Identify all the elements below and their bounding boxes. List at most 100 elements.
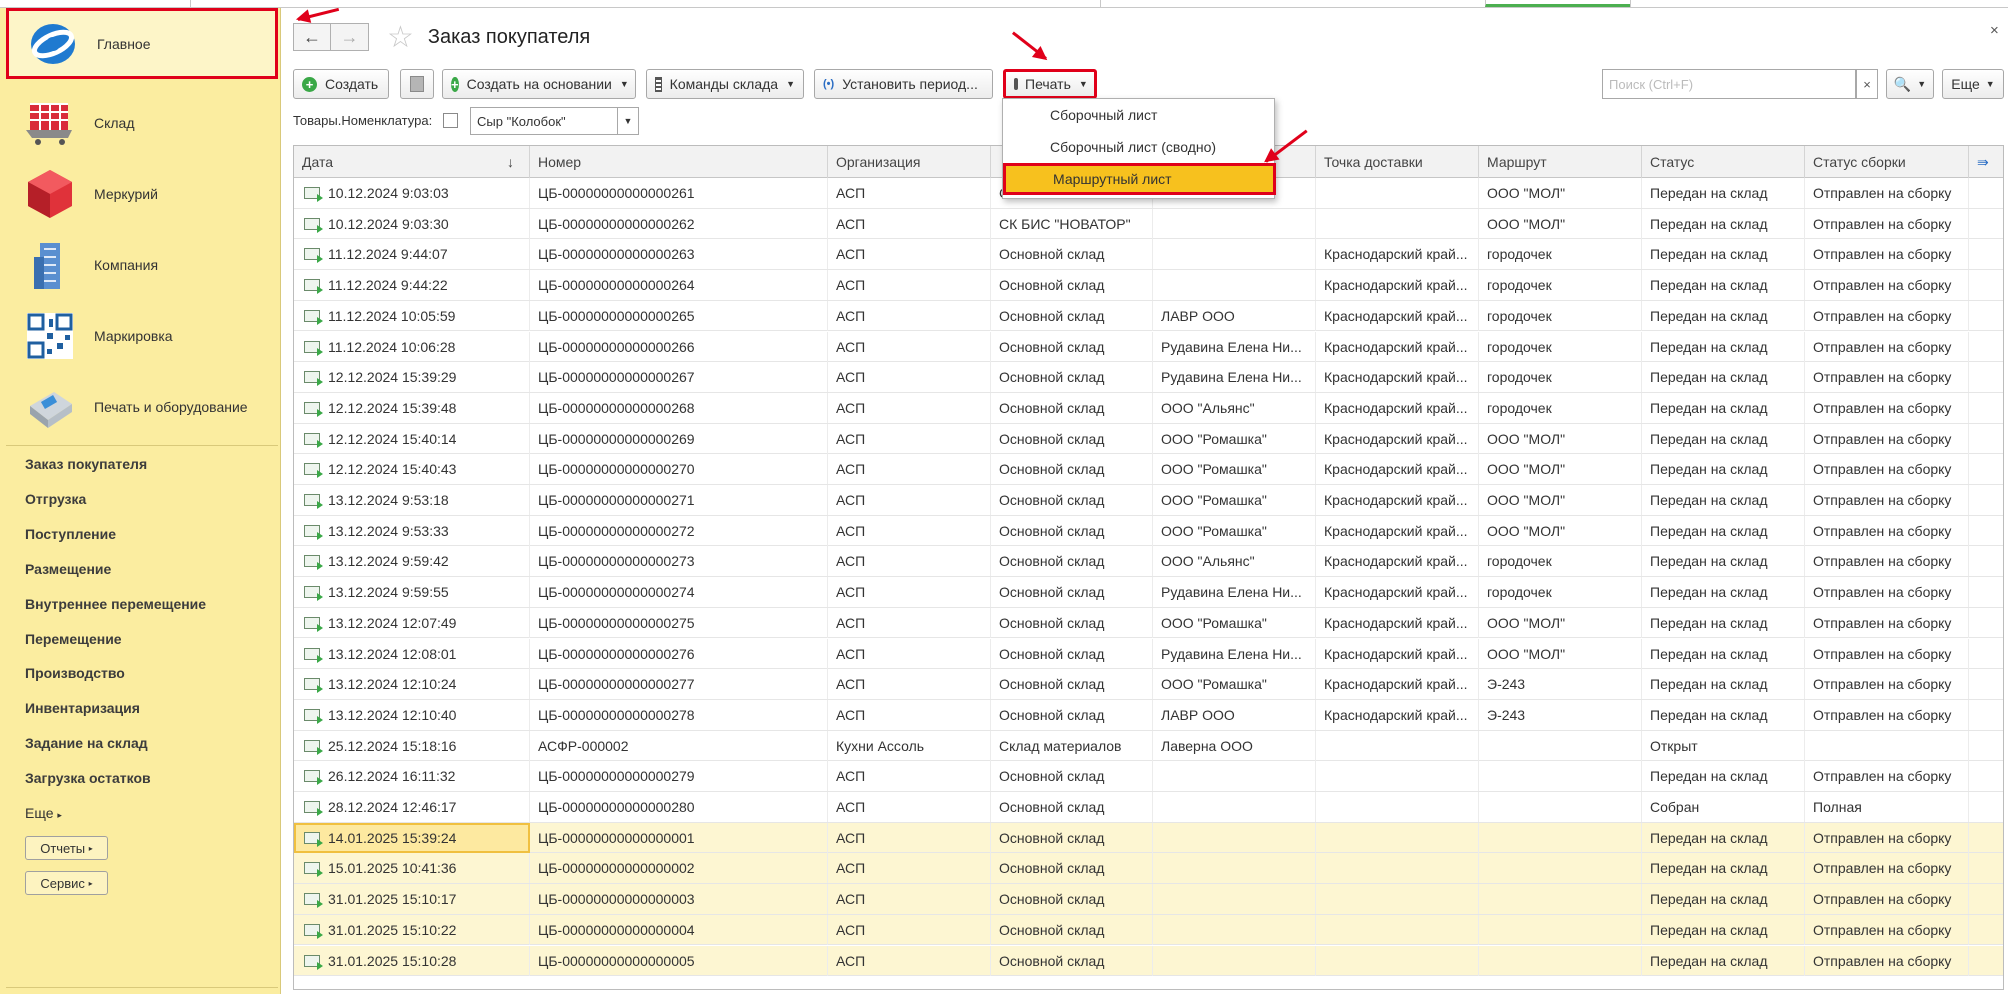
- filter-label: Товары.Номенклатура:: [293, 113, 433, 128]
- table-cell: ЦБ-00000000000000001: [530, 822, 828, 853]
- service-button[interactable]: Сервис ▸: [25, 871, 108, 895]
- cell-text: Отправлен на сборку: [1813, 584, 1952, 601]
- chevron-down-icon: ▼: [1985, 79, 1995, 89]
- table-row[interactable]: 31.01.2025 15:10:17 ЦБ-00000000000000003 А…: [294, 884, 2003, 915]
- sidebar-section-print-equipment[interactable]: Печать и оборудование: [6, 371, 278, 442]
- table-row[interactable]: 12.12.2024 15:39:29 ЦБ-00000000000000267 А…: [294, 362, 2003, 393]
- table-cell: Отправлен на сборку: [1805, 853, 1969, 884]
- table-cell: Рудавина Елена Ни...: [1153, 331, 1316, 362]
- close-icon[interactable]: ×: [1990, 22, 1999, 39]
- table-row[interactable]: 14.01.2025 15:39:24 ЦБ-00000000000000001 А…: [294, 822, 2003, 854]
- forward-button[interactable]: →: [331, 23, 369, 51]
- sidebar-section-warehouse[interactable]: Склад: [6, 87, 278, 158]
- table-cell: [1479, 822, 1642, 853]
- cell-text: 25.12.2024 15:18:16: [328, 737, 457, 754]
- nav-link-placement[interactable]: Размещение: [25, 561, 111, 577]
- menu-item-assembly-sheet[interactable]: Сборочный лист: [1003, 99, 1274, 131]
- table-row[interactable]: 12.12.2024 15:40:43 ЦБ-00000000000000270 А…: [294, 454, 2003, 485]
- table-row[interactable]: 11.12.2024 10:05:59 ЦБ-00000000000000265 А…: [294, 300, 2003, 332]
- print-button[interactable]: Печать ▼: [1003, 69, 1097, 99]
- table-row[interactable]: 13.12.2024 12:07:49 ЦБ-00000000000000275 А…: [294, 607, 2003, 639]
- nav-more-link[interactable]: Еще ▸: [25, 805, 62, 821]
- table-row[interactable]: 26.12.2024 16:11:32 ЦБ-00000000000000279 А…: [294, 761, 2003, 792]
- cell-text: ООО "Ромашка": [1161, 522, 1267, 539]
- window-tab[interactable]: [190, 0, 590, 7]
- nav-link-transfer[interactable]: Перемещение: [25, 631, 122, 647]
- table-row[interactable]: 13.12.2024 12:10:24 ЦБ-00000000000000277 А…: [294, 669, 2003, 700]
- nav-link-load-balances[interactable]: Загрузка остатков: [25, 770, 151, 786]
- window-tab[interactable]: [1630, 0, 1840, 7]
- column-header-delivery-point[interactable]: Точка доставки: [1316, 146, 1479, 178]
- table-row[interactable]: 11.12.2024 10:06:28 ЦБ-00000000000000266 А…: [294, 331, 2003, 363]
- service-button-label: Сервис: [40, 875, 85, 891]
- table-row[interactable]: 28.12.2024 12:46:17 ЦБ-00000000000000280 А…: [294, 792, 2003, 823]
- copy-button[interactable]: [400, 69, 434, 99]
- table-row[interactable]: 13.12.2024 9:59:55 ЦБ-00000000000000274 АС…: [294, 577, 2003, 608]
- nav-link-warehouse-task[interactable]: Задание на склад: [25, 735, 148, 751]
- filter-checkbox[interactable]: [443, 113, 458, 128]
- search-clear-icon[interactable]: ×: [1856, 69, 1878, 99]
- create-button[interactable]: + Создать: [293, 69, 389, 99]
- table-cell: ЦБ-00000000000000262: [530, 208, 828, 239]
- table-cell: Передан на склад: [1642, 270, 1805, 301]
- table-cell: городочек: [1479, 392, 1642, 423]
- column-header-assembly-status[interactable]: Статус сборки: [1805, 146, 1969, 178]
- search-button[interactable]: 🔍 ▼: [1886, 69, 1934, 99]
- create-based-on-button[interactable]: + Создать на основании ▼: [442, 69, 636, 99]
- sidebar-section-main[interactable]: Главное: [6, 8, 278, 79]
- back-button[interactable]: ←: [293, 23, 331, 51]
- cell-text: Рудавина Елена Ни...: [1161, 584, 1302, 601]
- sidebar: Главное Склад Меркурий Компания Маркиров…: [0, 8, 281, 994]
- warehouse-commands-button[interactable]: Команды склада ▼: [646, 69, 804, 99]
- nav-link-customer-order[interactable]: Заказ покупателя: [25, 456, 147, 472]
- nav-link-shipment[interactable]: Отгрузка: [25, 491, 86, 507]
- favorite-star-icon[interactable]: ☆: [387, 20, 414, 55]
- cell-text: Передан на склад: [1650, 522, 1768, 539]
- table-row[interactable]: 12.12.2024 15:39:48 ЦБ-00000000000000268 А…: [294, 392, 2003, 424]
- table-row[interactable]: 11.12.2024 9:44:22 ЦБ-00000000000000264 АС…: [294, 270, 2003, 301]
- cell-text: городочек: [1487, 553, 1552, 570]
- menu-item-route-sheet[interactable]: Маршрутный лист: [1003, 163, 1276, 195]
- nav-link-receipt[interactable]: Поступление: [25, 526, 116, 542]
- column-header-date[interactable]: Дата ↓: [294, 146, 530, 178]
- nav-link-production[interactable]: Производство: [25, 665, 125, 681]
- table-row[interactable]: 12.12.2024 15:40:14 ЦБ-00000000000000269 А…: [294, 423, 2003, 455]
- column-header-organization[interactable]: Организация: [828, 146, 991, 178]
- window-tab[interactable]: [1100, 0, 1485, 7]
- reports-button[interactable]: Отчеты ▸: [25, 836, 108, 860]
- table-row[interactable]: 25.12.2024 15:18:16 АСФР-000002 Кухни Ассо…: [294, 730, 2003, 762]
- cell-text: Основной склад: [999, 921, 1105, 938]
- table-row[interactable]: 13.12.2024 9:53:33 ЦБ-00000000000000272 АС…: [294, 515, 2003, 547]
- filter-dropdown-button[interactable]: ▼: [617, 107, 639, 135]
- table-row[interactable]: 10.12.2024 9:03:30 ЦБ-00000000000000262 АС…: [294, 208, 2003, 240]
- nav-link-inventory[interactable]: Инвентаризация: [25, 700, 140, 716]
- set-period-button[interactable]: (•) Установить период...: [814, 69, 993, 99]
- column-header-route[interactable]: Маршрут: [1479, 146, 1642, 178]
- nav-link-internal-transfer[interactable]: Внутреннее перемещение: [25, 596, 206, 612]
- table-row[interactable]: 31.01.2025 15:10:28 ЦБ-00000000000000005 А…: [294, 945, 2003, 977]
- cell-text: Краснодарский край...: [1324, 706, 1468, 723]
- table-row[interactable]: 13.12.2024 12:08:01 ЦБ-00000000000000276 А…: [294, 638, 2003, 670]
- table-row[interactable]: 15.01.2025 10:41:36 ЦБ-00000000000000002 А…: [294, 853, 2003, 885]
- table-row[interactable]: 11.12.2024 9:44:07 ЦБ-00000000000000263 АС…: [294, 239, 2003, 271]
- table-row[interactable]: 31.01.2025 15:10:22 ЦБ-00000000000000004 А…: [294, 914, 2003, 946]
- cell-text: Э-243: [1487, 706, 1526, 723]
- more-button[interactable]: Еще ▼: [1942, 69, 2004, 99]
- menu-item-assembly-sheet-summary[interactable]: Сборочный лист (сводно): [1003, 131, 1274, 163]
- table-row[interactable]: 13.12.2024 9:53:18 ЦБ-00000000000000271 АС…: [294, 485, 2003, 516]
- filter-value-input[interactable]: Сыр "Колобок": [470, 107, 623, 135]
- cell-text: АСП: [836, 676, 866, 693]
- table-row[interactable]: 13.12.2024 12:10:40 ЦБ-00000000000000278 А…: [294, 699, 2003, 731]
- sidebar-section-marking[interactable]: Маркировка: [6, 300, 278, 371]
- table-cell: Передан на склад: [1642, 822, 1805, 853]
- table-cell: ЦБ-00000000000000274: [530, 577, 828, 608]
- table-row[interactable]: 13.12.2024 9:59:42 ЦБ-00000000000000273 АС…: [294, 546, 2003, 578]
- table-cell: ЦБ-00000000000000280: [530, 792, 828, 822]
- column-settings-icon[interactable]: ⇛: [1969, 146, 2003, 178]
- window-tab-active[interactable]: [1485, 0, 1630, 7]
- sidebar-section-company[interactable]: Компания: [6, 229, 278, 300]
- sidebar-section-mercury[interactable]: Меркурий: [6, 158, 278, 229]
- search-input[interactable]: Поиск (Ctrl+F): [1602, 69, 1856, 99]
- column-header-status[interactable]: Статус: [1642, 146, 1805, 178]
- column-header-number[interactable]: Номер: [530, 146, 828, 178]
